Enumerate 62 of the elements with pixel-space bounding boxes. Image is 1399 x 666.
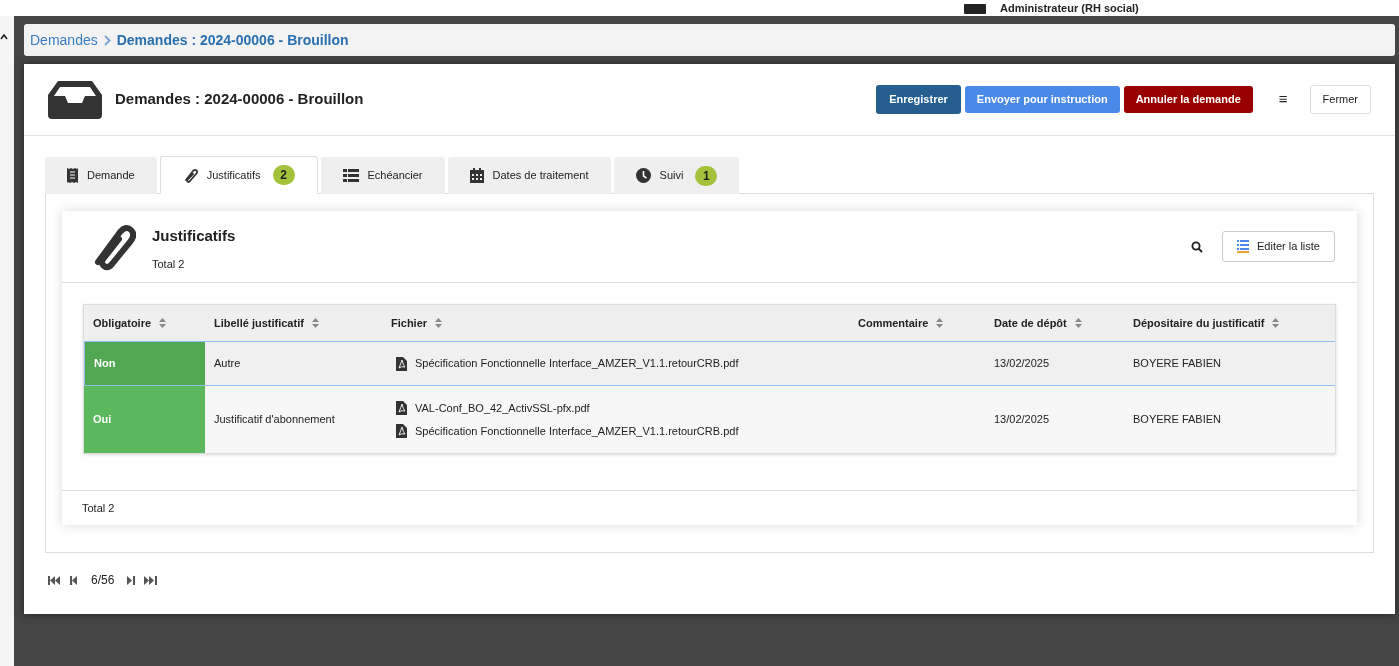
sort-icon xyxy=(936,318,944,328)
count-badge: 1 xyxy=(695,165,718,186)
breadcrumb-link[interactable]: Demandes : 2024-00006 - Brouillon xyxy=(116,29,349,51)
tab[interactable]: Suivi 1 xyxy=(613,157,740,194)
list-icon xyxy=(342,169,359,182)
file-link[interactable]: Spécification Fonctionnelle Interface_AMZER_V1.1.retourCRB.pdf xyxy=(415,422,739,439)
page-position: 6/56 xyxy=(91,572,115,589)
chevron-up-icon[interactable] xyxy=(0,34,8,40)
table-cell-text: BOYERE FABIEN xyxy=(1132,356,1223,372)
tab[interactable]: Echéancier xyxy=(320,157,445,194)
calendar-icon xyxy=(469,168,484,183)
column-header[interactable]: Date de dépôt xyxy=(985,305,1124,341)
table-cell: Oui xyxy=(84,386,205,453)
sort-icon xyxy=(159,318,167,328)
inbox-tray-icon xyxy=(48,80,102,119)
paperclip-icon xyxy=(182,167,198,183)
cancel-button[interactable]: Annuler la demande xyxy=(1123,86,1253,113)
page-title: Demandes : 2024-00006 - Brouillon xyxy=(115,89,364,110)
table-row[interactable]: Non Autre Spécification Fonctionnelle Interface_AMZER_V1.1.retourCRB.pdf 13/02/2025 BOYERE FABIEN xyxy=(84,342,1335,386)
pdf-file-icon xyxy=(396,401,407,416)
file-link[interactable]: Spécification Fonctionnelle Interface_AMZER_V1.1.retourCRB.pdf xyxy=(415,355,739,372)
column-header[interactable]: Libellé justificatif xyxy=(205,305,382,341)
clock-icon xyxy=(635,168,651,183)
list-icon xyxy=(1237,240,1249,253)
pdf-file-icon xyxy=(396,356,407,371)
table-cell: Non xyxy=(84,342,205,385)
tab[interactable]: Demande xyxy=(45,157,157,194)
column-header[interactable]: Commentaire xyxy=(848,305,985,341)
tab[interactable]: Dates de traitement xyxy=(447,157,611,194)
panel-title: Justificatifs xyxy=(152,226,236,246)
next-page-icon[interactable] xyxy=(127,575,136,585)
column-header[interactable]: Dépositaire du justificatif xyxy=(1124,305,1335,341)
table-cell-text: BOYERE FABIEN xyxy=(1132,412,1223,428)
first-page-icon[interactable] xyxy=(48,575,61,585)
sort-icon xyxy=(435,318,443,328)
previous-page-icon[interactable] xyxy=(70,575,78,585)
pdf-file-icon xyxy=(396,423,407,438)
total-count: Total 2 xyxy=(82,500,115,516)
search-icon[interactable] xyxy=(1191,240,1203,253)
column-header[interactable]: Obligatoire xyxy=(84,305,205,341)
breadcrumb-link[interactable]: Demandes xyxy=(30,29,98,51)
sort-icon xyxy=(1074,318,1082,328)
file-link[interactable]: VAL-Conf_BO_42_ActivSSL-pfx.pdf xyxy=(415,400,590,417)
save-button[interactable]: Enregistrer xyxy=(876,85,961,114)
tab[interactable]: Justificatifs 2 xyxy=(159,156,318,194)
column-header[interactable]: Fichier xyxy=(382,305,848,341)
edit-list-button[interactable]: Editer la liste xyxy=(1222,231,1335,262)
total-count: Total 2 xyxy=(152,256,186,272)
menu-button[interactable]: ≡ xyxy=(1268,86,1298,113)
sort-icon xyxy=(1272,318,1280,328)
sort-icon xyxy=(311,318,319,328)
last-page-icon[interactable] xyxy=(144,575,158,585)
table-cell-text: 13/02/2025 xyxy=(993,412,1051,428)
receipt-icon xyxy=(67,168,78,183)
count-badge: 2 xyxy=(272,165,295,185)
chevron-right-icon xyxy=(103,34,111,46)
table-cell-text: Justificatif d'abonnement xyxy=(213,412,336,428)
user-name[interactable]: Administrateur (RH social) xyxy=(1000,2,1139,14)
table-cell-text: 13/02/2025 xyxy=(993,356,1051,372)
table-row[interactable]: Oui Justificatif d'abonnement VAL-Conf_BO_42_ActivSSL-pfx.pdf Spécification Fonctionnelle Interface_AMZER_V1.1.retourCRB.pdf 13/02/2025 BOYERE FABIEN xyxy=(84,386,1335,453)
close-button[interactable]: Fermer xyxy=(1309,85,1371,114)
table-cell-text: Autre xyxy=(213,356,242,372)
